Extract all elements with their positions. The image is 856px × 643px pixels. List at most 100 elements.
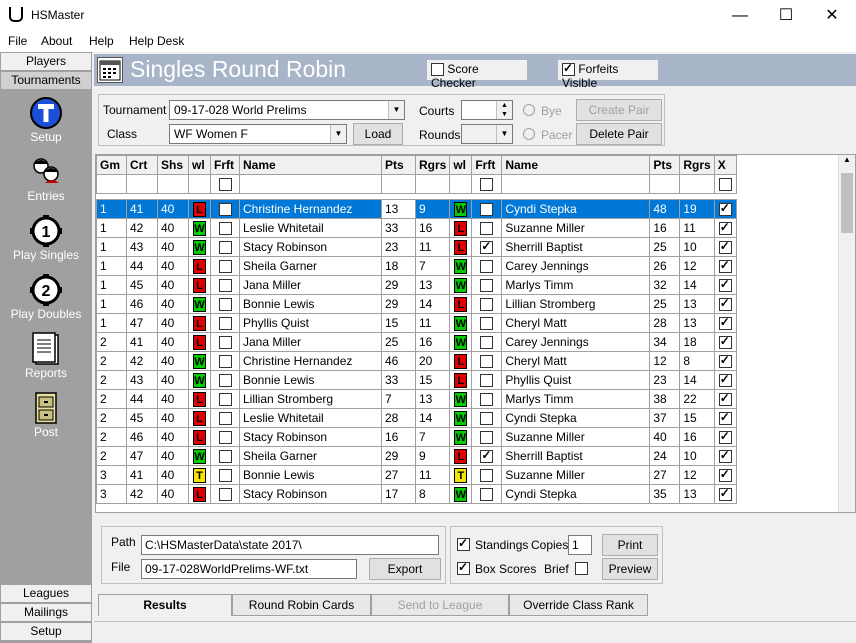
column-header[interactable]: Crt bbox=[126, 155, 158, 175]
wl-left-cell[interactable]: L bbox=[188, 427, 211, 447]
points-left[interactable]: 29 bbox=[381, 275, 416, 295]
points-right[interactable]: 24 bbox=[649, 446, 681, 466]
table-row[interactable]: 1 46 40 W Bonnie Lewis 29 14 L Lillian Stromberg… bbox=[96, 294, 737, 314]
game-cell[interactable]: 2 bbox=[96, 408, 127, 428]
court-cell[interactable]: 47 bbox=[126, 313, 158, 333]
tab-send-to-league[interactable]: Send to League bbox=[371, 594, 509, 616]
forfeit-left-checkbox[interactable] bbox=[218, 355, 232, 369]
points-right[interactable]: 38 bbox=[649, 389, 681, 409]
game-cell[interactable]: 1 bbox=[96, 256, 127, 276]
points-left[interactable]: 29 bbox=[381, 294, 416, 314]
player-name-left[interactable]: Jana Miller bbox=[239, 275, 382, 295]
forfeit-right-checkbox[interactable] bbox=[480, 279, 494, 293]
preview-button[interactable]: Preview bbox=[602, 558, 658, 580]
game-cell[interactable]: 2 bbox=[96, 332, 127, 352]
forfeits-visible-checkbox[interactable]: Forfeits Visible bbox=[558, 60, 658, 90]
ringers-left[interactable]: 13 bbox=[414, 275, 451, 295]
wl-right-cell[interactable]: W bbox=[449, 313, 473, 333]
wl-right-cell[interactable]: W bbox=[449, 332, 473, 352]
shots-cell[interactable]: 40 bbox=[157, 427, 189, 447]
ringers-right[interactable]: 16 bbox=[679, 427, 715, 447]
forfeit-right-checkbox[interactable] bbox=[480, 355, 494, 369]
ringers-left[interactable]: 14 bbox=[414, 408, 451, 428]
ringers-right[interactable]: 14 bbox=[679, 275, 715, 295]
points-right[interactable]: 35 bbox=[649, 484, 681, 504]
forfeit-left-checkbox[interactable] bbox=[218, 298, 232, 312]
player-name-left[interactable]: Leslie Whitetail bbox=[239, 408, 382, 428]
player-name-left[interactable]: Bonnie Lewis bbox=[239, 370, 382, 390]
wl-left-cell[interactable]: W bbox=[188, 370, 211, 390]
x-complete-checkbox[interactable] bbox=[718, 220, 732, 236]
wl-left-cell[interactable]: L bbox=[188, 313, 211, 333]
wl-left-cell[interactable]: W bbox=[188, 218, 211, 238]
shots-cell[interactable]: 40 bbox=[157, 408, 189, 428]
points-right[interactable]: 25 bbox=[649, 294, 681, 314]
create-pair-button[interactable]: Create Pair bbox=[576, 99, 662, 121]
forfeit-right-checkbox[interactable] bbox=[480, 393, 494, 407]
court-cell[interactable]: 43 bbox=[126, 370, 158, 390]
points-right[interactable]: 12 bbox=[649, 351, 681, 371]
ringers-right[interactable]: 8 bbox=[679, 351, 715, 371]
ringers-left[interactable]: 15 bbox=[414, 370, 451, 390]
player-name-left[interactable]: Sheila Garner bbox=[239, 446, 382, 466]
game-cell[interactable]: 3 bbox=[96, 465, 127, 485]
court-cell[interactable]: 45 bbox=[126, 408, 158, 428]
wl-left-cell[interactable]: W bbox=[188, 446, 211, 466]
points-right[interactable]: 32 bbox=[649, 275, 681, 295]
table-row[interactable]: 2 45 40 L Leslie Whitetail 28 14 W Cyndi Stepka 3… bbox=[96, 408, 737, 428]
tab-results[interactable]: Results bbox=[98, 594, 232, 616]
x-complete-checkbox[interactable] bbox=[718, 334, 732, 350]
frft-filter-checkbox-right[interactable] bbox=[480, 178, 494, 192]
game-cell[interactable]: 1 bbox=[96, 294, 127, 314]
player-name-right[interactable]: Carey Jennings bbox=[501, 256, 651, 276]
x-complete-checkbox[interactable] bbox=[718, 467, 732, 483]
score-checker-box[interactable] bbox=[431, 63, 444, 77]
ringers-right[interactable]: 18 bbox=[679, 332, 715, 352]
scroll-thumb[interactable] bbox=[841, 173, 853, 233]
ringers-right[interactable]: 10 bbox=[679, 237, 715, 257]
wl-left-cell[interactable]: W bbox=[188, 351, 211, 371]
player-name-right[interactable]: Marlys Timm bbox=[501, 275, 651, 295]
player-name-right[interactable]: Sherrill Baptist bbox=[501, 446, 651, 466]
player-name-left[interactable]: Bonnie Lewis bbox=[239, 465, 382, 485]
player-name-left[interactable]: Jana Miller bbox=[239, 332, 382, 352]
wl-right-cell[interactable]: L bbox=[449, 446, 473, 466]
tab-tournaments[interactable]: Tournaments bbox=[0, 71, 92, 90]
player-name-left[interactable]: Phyllis Quist bbox=[239, 313, 382, 333]
points-left[interactable]: 28 bbox=[381, 408, 416, 428]
player-name-right[interactable]: Marlys Timm bbox=[501, 389, 651, 409]
forfeit-left-checkbox[interactable] bbox=[218, 279, 232, 293]
tab-mailings[interactable]: Mailings bbox=[0, 603, 92, 622]
player-name-right[interactable]: Cyndi Stepka bbox=[501, 408, 651, 428]
wl-right-cell[interactable]: W bbox=[449, 256, 473, 276]
tab-leagues[interactable]: Leagues bbox=[0, 584, 92, 603]
wl-right-cell[interactable]: W bbox=[449, 484, 473, 504]
nav-play-doubles[interactable]: 2 Play Doubles bbox=[0, 273, 92, 321]
tab-players[interactable]: Players bbox=[0, 52, 92, 71]
shots-cell[interactable]: 40 bbox=[157, 313, 189, 333]
forfeit-left-checkbox[interactable] bbox=[218, 203, 232, 217]
table-row[interactable]: 3 41 40 T Bonnie Lewis 27 11 T Suzanne Miller 27 1… bbox=[96, 465, 737, 485]
forfeit-right-checkbox[interactable] bbox=[480, 336, 494, 350]
forfeit-right-checkbox[interactable] bbox=[480, 374, 494, 388]
wl-left-cell[interactable]: T bbox=[188, 465, 211, 485]
wl-right-cell[interactable]: W bbox=[449, 408, 473, 428]
wl-right-cell[interactable]: L bbox=[449, 370, 473, 390]
player-name-right[interactable]: Cyndi Stepka bbox=[501, 199, 651, 219]
load-button[interactable]: Load bbox=[353, 123, 403, 145]
forfeit-left-checkbox[interactable] bbox=[218, 374, 232, 388]
ringers-right[interactable]: 22 bbox=[679, 389, 715, 409]
wl-right-cell[interactable]: W bbox=[449, 389, 473, 409]
column-header[interactable]: Rgrs bbox=[679, 155, 715, 175]
column-header[interactable]: wl bbox=[188, 155, 211, 175]
wl-right-cell[interactable]: T bbox=[449, 465, 473, 485]
table-row[interactable]: 1 45 40 L Jana Miller 29 13 W Marlys Timm 32 14 bbox=[96, 275, 737, 295]
column-header[interactable]: Pts bbox=[649, 155, 681, 175]
copies-input[interactable]: 1 bbox=[568, 535, 592, 555]
points-right[interactable]: 23 bbox=[649, 370, 681, 390]
shots-cell[interactable]: 40 bbox=[157, 256, 189, 276]
player-name-right[interactable]: Suzanne Miller bbox=[501, 427, 651, 447]
player-name-right[interactable]: Phyllis Quist bbox=[501, 370, 651, 390]
table-row[interactable]: 1 47 40 L Phyllis Quist 15 11 W Cheryl Matt 28 13 bbox=[96, 313, 737, 333]
wl-right-cell[interactable]: L bbox=[449, 218, 473, 238]
